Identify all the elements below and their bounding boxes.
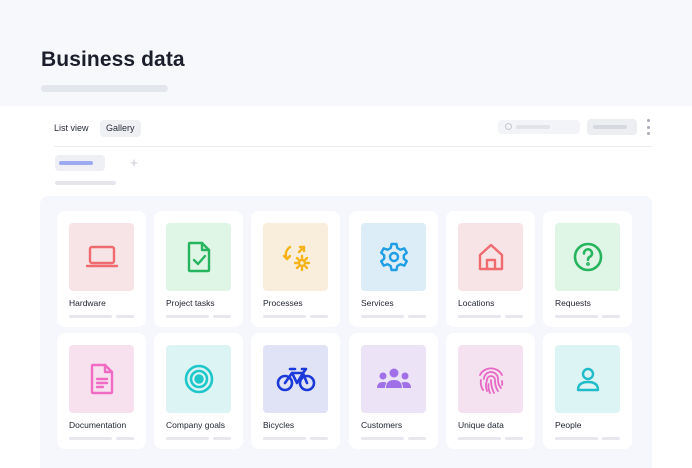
card-label: Customers xyxy=(361,420,403,430)
card-label: Company goals xyxy=(166,420,226,430)
view-toolbar: List view Gallery xyxy=(40,118,652,140)
card-label: Services xyxy=(361,298,394,308)
card-label: Bicycles xyxy=(263,420,295,430)
card-meta-placeholder-bar xyxy=(116,315,134,318)
card-meta-placeholder-bar xyxy=(361,315,404,318)
checked-document-icon xyxy=(186,241,212,273)
gallery-card[interactable]: Unique data xyxy=(446,333,535,449)
card-meta-placeholder-bar xyxy=(166,437,209,440)
search-placeholder-bar xyxy=(516,125,550,129)
document-icon xyxy=(89,363,115,395)
card-meta-placeholder-bar xyxy=(361,437,404,440)
search-icon xyxy=(505,123,512,130)
group-icon xyxy=(375,366,413,392)
card-thumbnail xyxy=(555,345,620,413)
gallery-card[interactable]: Hardware xyxy=(57,211,146,327)
search-input[interactable] xyxy=(498,120,580,134)
title-placeholder-bar xyxy=(41,85,168,92)
card-meta-placeholder-bar xyxy=(458,437,501,440)
gallery-card[interactable]: Bicycles xyxy=(251,333,340,449)
card-thumbnail xyxy=(458,223,523,291)
target-icon xyxy=(183,363,215,395)
card-meta-placeholder-bar xyxy=(213,437,231,440)
card-meta-placeholder-bar xyxy=(69,437,112,440)
card-meta-placeholder-bar xyxy=(505,437,523,440)
gear-icon xyxy=(378,241,410,273)
card-thumbnail xyxy=(166,345,231,413)
gallery-card[interactable]: Company goals xyxy=(154,333,243,449)
record-count-placeholder-bar xyxy=(55,181,116,185)
card-thumbnail xyxy=(69,345,134,413)
card-label: Requests xyxy=(555,298,591,308)
laptop-icon xyxy=(85,242,119,272)
gallery-card[interactable]: Requests xyxy=(543,211,632,327)
filter-chip[interactable] xyxy=(55,155,105,171)
card-meta-placeholder-bar xyxy=(602,315,620,318)
card-meta-placeholder-bar xyxy=(555,437,598,440)
card-meta-placeholder-bar xyxy=(310,437,328,440)
bicycle-icon xyxy=(276,365,316,393)
gallery-card[interactable]: Processes xyxy=(251,211,340,327)
card-thumbnail xyxy=(263,223,328,291)
question-icon xyxy=(572,241,604,273)
card-meta-placeholder-bar xyxy=(458,315,501,318)
card-meta-placeholder-bar xyxy=(310,315,328,318)
card-meta-placeholder-bar xyxy=(166,315,209,318)
add-filter-button[interactable]: + xyxy=(128,155,140,171)
card-meta-placeholder-bar xyxy=(408,315,426,318)
gallery-card[interactable]: People xyxy=(543,333,632,449)
tab-gallery[interactable]: Gallery xyxy=(100,120,141,137)
card-label: People xyxy=(555,420,582,430)
toolbar-action-button[interactable] xyxy=(587,119,637,135)
tab-list-view[interactable]: List view xyxy=(48,120,95,137)
card-label: Documentation xyxy=(69,420,127,430)
process-cycle-icon xyxy=(280,241,312,273)
card-label: Processes xyxy=(263,298,303,308)
card-meta-placeholder-bar xyxy=(408,437,426,440)
card-label: Unique data xyxy=(458,420,504,430)
person-icon xyxy=(574,365,602,393)
filter-chip-placeholder-bar xyxy=(59,161,93,165)
card-label: Project tasks xyxy=(166,298,215,308)
action-button-placeholder-bar xyxy=(593,125,627,129)
card-thumbnail xyxy=(166,223,231,291)
card-meta-placeholder-bar xyxy=(69,315,112,318)
card-meta-placeholder-bar xyxy=(263,315,306,318)
card-meta-placeholder-bar xyxy=(602,437,620,440)
card-meta-placeholder-bar xyxy=(505,315,523,318)
gallery-card[interactable]: Customers xyxy=(349,333,438,449)
card-label: Locations xyxy=(458,298,495,308)
gallery-card[interactable]: Project tasks xyxy=(154,211,243,327)
more-options-icon[interactable] xyxy=(644,119,652,135)
card-label: Hardware xyxy=(69,298,106,308)
card-thumbnail xyxy=(555,223,620,291)
toolbar-divider xyxy=(54,146,652,147)
page-title: Business data xyxy=(41,48,185,71)
home-icon xyxy=(476,242,506,272)
fingerprint-icon xyxy=(476,363,506,395)
gallery-card[interactable]: Documentation xyxy=(57,333,146,449)
card-meta-placeholder-bar xyxy=(116,437,134,440)
card-thumbnail xyxy=(69,223,134,291)
card-thumbnail xyxy=(458,345,523,413)
card-meta-placeholder-bar xyxy=(213,315,231,318)
card-thumbnail xyxy=(263,345,328,413)
card-thumbnail xyxy=(361,223,426,291)
card-thumbnail xyxy=(361,345,426,413)
card-meta-placeholder-bar xyxy=(263,437,306,440)
card-meta-placeholder-bar xyxy=(555,315,598,318)
gallery-card[interactable]: Services xyxy=(349,211,438,327)
gallery-card[interactable]: Locations xyxy=(446,211,535,327)
